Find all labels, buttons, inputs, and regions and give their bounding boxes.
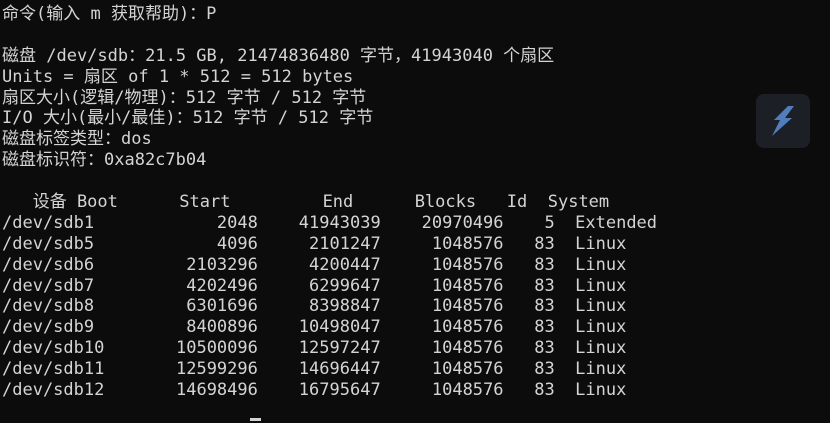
text-cursor [250, 418, 261, 421]
units-line: Units = 扇区 of 1 * 512 = 512 bytes [2, 66, 354, 87]
terminal-output[interactable]: 命令(输入 m 获取帮助)：P 磁盘 /dev/sdb：21.5 GB, 214… [0, 0, 830, 423]
floating-app-badge[interactable] [756, 94, 810, 148]
partition-row: /dev/sdb7 4202496 6299647 1048576 83 Lin… [2, 275, 627, 296]
partition-row: /dev/sdb1 2048 41943039 20970496 5 Exten… [2, 212, 658, 233]
partition-row: /dev/sdb6 2103296 4200447 1048576 83 Lin… [2, 254, 627, 275]
app-logo-icon [772, 106, 794, 136]
partition-table-header: 设备 Boot Start End Blocks Id System [2, 192, 610, 213]
disk-identifier-line: 磁盘标识符：0xa82c7b04 [2, 150, 207, 171]
label-type-line: 磁盘标签类型：dos [2, 129, 152, 150]
partition-row: /dev/sdb11 12599296 14696447 1048576 83 … [2, 359, 627, 380]
partition-row: /dev/sdb12 14698496 16795647 1048576 83 … [2, 380, 627, 401]
sector-size-line: 扇区大小(逻辑/物理)：512 字节 / 512 字节 [2, 87, 367, 108]
io-size-line: I/O 大小(最小/最佳)：512 字节 / 512 字节 [2, 108, 374, 129]
prompt-line: 命令(输入 m 获取帮助)：P [2, 4, 217, 24]
partition-row: /dev/sdb5 4096 2101247 1048576 83 Linux [2, 233, 627, 254]
partition-row: /dev/sdb8 6301696 8398847 1048576 83 Lin… [2, 296, 627, 317]
disk-summary-line: 磁盘 /dev/sdb：21.5 GB, 21474836480 字节，4194… [2, 45, 555, 66]
partition-row: /dev/sdb10 10500096 12597247 1048576 83 … [2, 338, 627, 359]
partition-row: /dev/sdb9 8400896 10498047 1048576 83 Li… [2, 317, 627, 338]
